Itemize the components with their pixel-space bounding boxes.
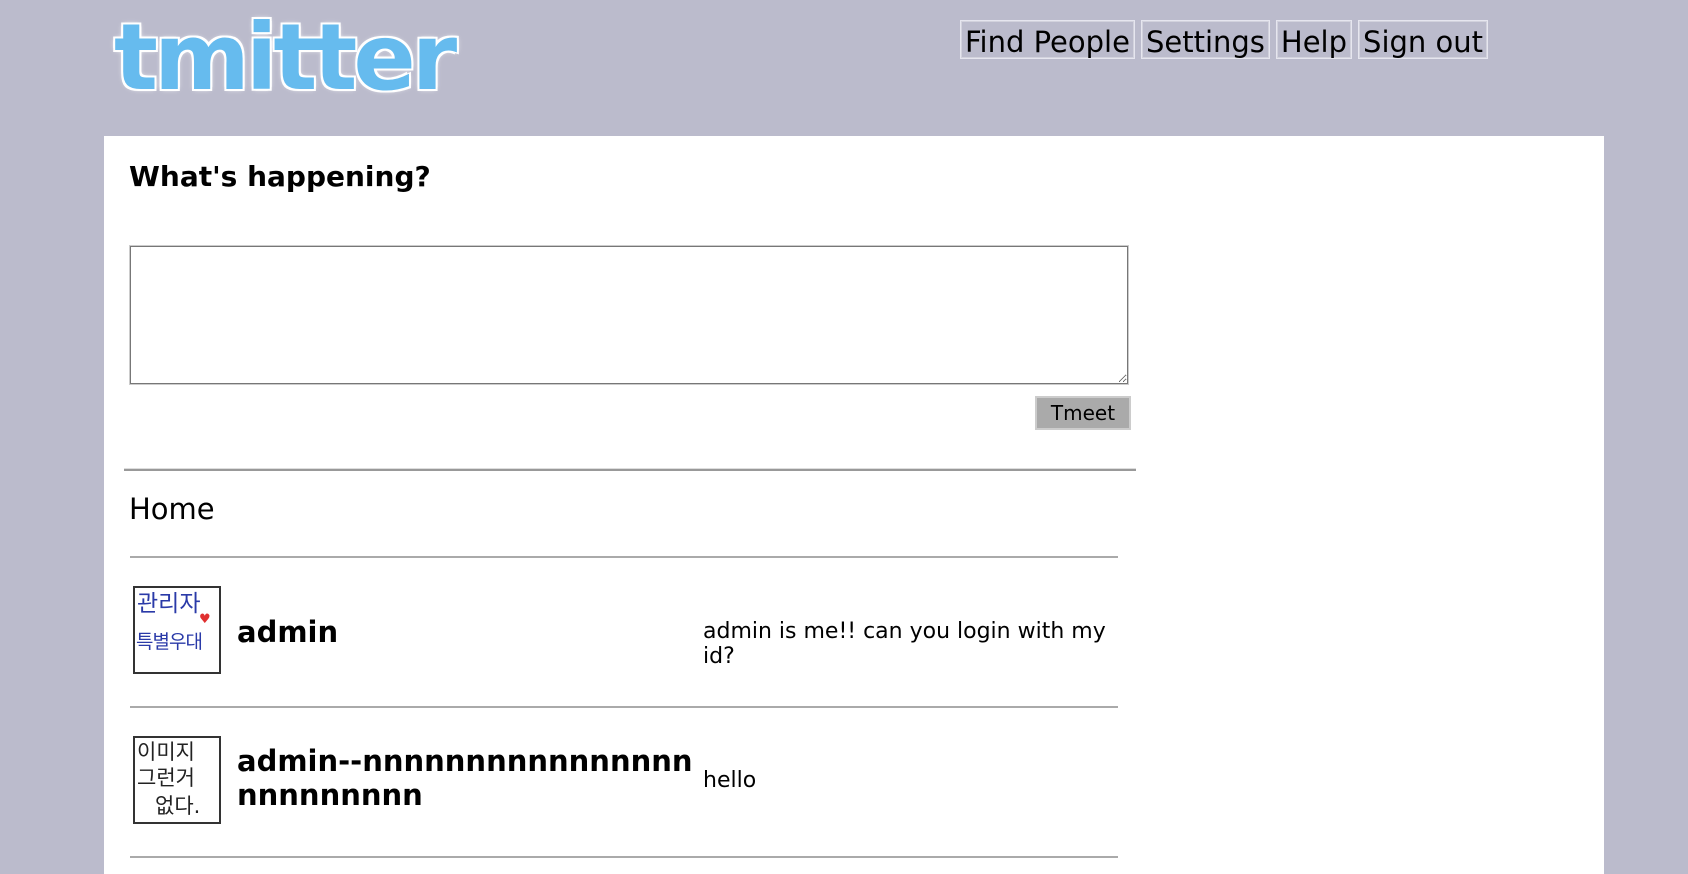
tmeet-button[interactable]: Tmeet — [1035, 396, 1131, 430]
tweet-username[interactable]: admin--nnnnnnnnnnnnnnnnnnnnnnnnn — [237, 744, 697, 812]
home-title: Home — [129, 492, 215, 526]
tweet-username[interactable]: admin — [237, 615, 697, 649]
tweet-row: 관리자 ♥ 특별우대 admin admin is me!! can you l… — [130, 558, 1119, 706]
tweet-row: 이미지 그런거 없다. admin--nnnnnnnnnnnnnnnnnnnnn… — [130, 708, 1119, 856]
section-divider — [124, 468, 1136, 471]
avatar-text-line2: 특별우대 — [136, 631, 203, 653]
avatar[interactable]: 이미지 그런거 없다. — [133, 736, 221, 824]
top-header: tmitter Find People Settings Help Sign o… — [0, 0, 1688, 135]
tweet-input[interactable] — [129, 245, 1129, 385]
tweet-feed: 관리자 ♥ 특별우대 admin admin is me!! can you l… — [130, 556, 1119, 858]
avatar-text-line3: 없다. — [155, 794, 201, 818]
main-panel: What's happening? Tmeet Home 관리자 ♥ 특별우대 … — [104, 136, 1604, 874]
top-nav: Find People Settings Help Sign out — [954, 20, 1488, 59]
nav-find-people[interactable]: Find People — [959, 20, 1135, 59]
avatar[interactable]: 관리자 ♥ 특별우대 — [133, 586, 221, 674]
heart-icon: ♥ — [199, 612, 211, 627]
nav-sign-out[interactable]: Sign out — [1358, 20, 1488, 59]
tmitter-logo[interactable]: tmitter — [114, 12, 457, 104]
nav-settings[interactable]: Settings — [1140, 20, 1270, 59]
feed-divider — [130, 856, 1118, 858]
avatar-text-line1: 관리자 — [137, 591, 201, 617]
avatar-text-line2: 그런거 — [137, 766, 195, 790]
tweet-text: admin is me!! can you login with my id? — [703, 619, 1106, 669]
avatar-text-line1: 이미지 — [137, 740, 195, 764]
tweet-text: hello — [703, 768, 757, 793]
composer-heading: What's happening? — [129, 160, 431, 193]
nav-help[interactable]: Help — [1275, 20, 1353, 59]
